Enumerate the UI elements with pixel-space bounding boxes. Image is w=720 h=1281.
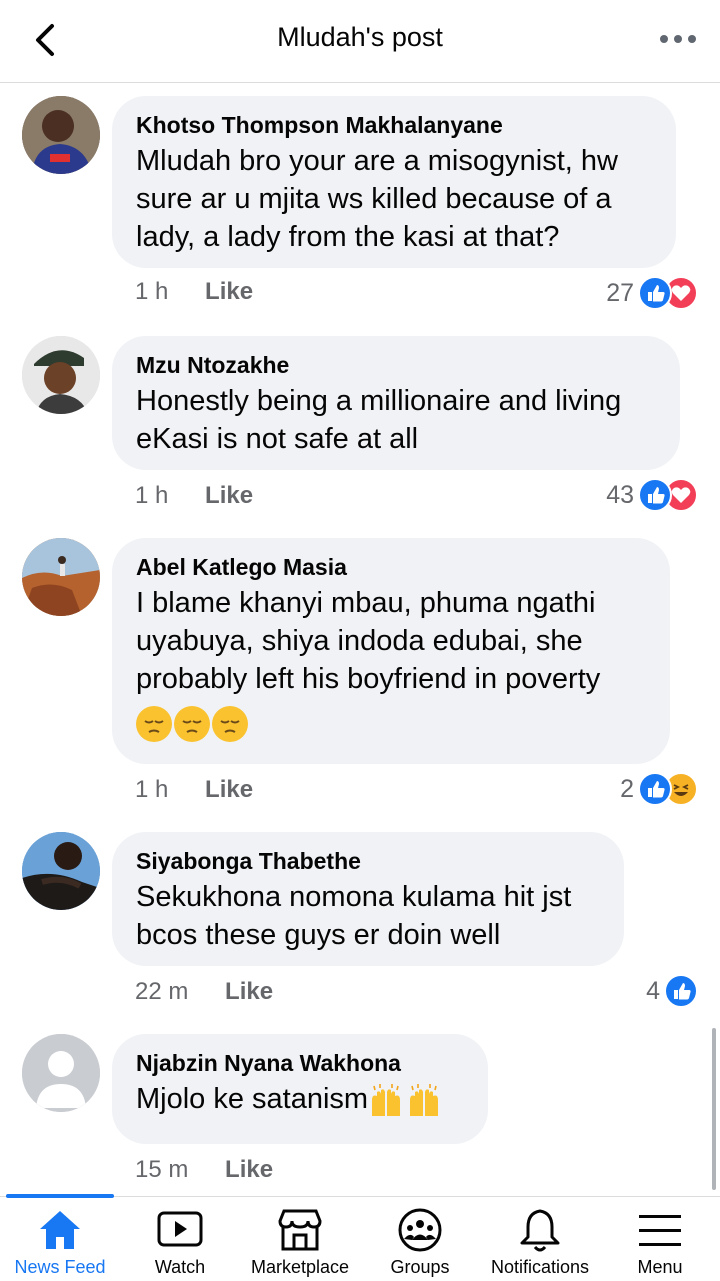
comment-meta: 1 h Like xyxy=(135,482,253,510)
comment-time[interactable]: 1 h xyxy=(135,482,168,510)
tab-label: Menu xyxy=(637,1257,683,1277)
comment-text: I blame khanyi mbau, phuma ngathi uyabuy… xyxy=(136,587,601,695)
tab-label: Marketplace xyxy=(250,1257,350,1277)
more-options-button[interactable] xyxy=(658,26,698,52)
scrollbar[interactable] xyxy=(712,1028,716,1190)
avatar[interactable] xyxy=(22,538,100,616)
comment-meta: 15 m Like xyxy=(135,1156,273,1184)
emoji-row xyxy=(136,706,646,744)
like-button[interactable]: Like xyxy=(205,776,253,804)
groups-icon xyxy=(398,1208,442,1252)
post-header: Mludah's post xyxy=(0,0,720,83)
comment-time[interactable]: 1 h xyxy=(135,776,168,804)
comment-text-content: Mjolo ke satanism xyxy=(136,1083,369,1115)
pensive-face-emoji xyxy=(136,706,172,742)
home-icon xyxy=(40,1211,80,1249)
tab-marketplace[interactable]: Marketplace xyxy=(240,1197,360,1281)
thumbs-up-icon xyxy=(638,276,672,310)
tab-label: News Feed xyxy=(14,1257,106,1277)
video-icon xyxy=(157,1211,203,1247)
pensive-face-emoji xyxy=(174,706,210,742)
like-button[interactable]: Like xyxy=(205,278,253,306)
reaction-summary[interactable]: 2 xyxy=(620,772,698,806)
comment-time[interactable]: 22 m xyxy=(135,978,188,1006)
comment-bubble[interactable]: Mzu Ntozakhe Honestly being a millionair… xyxy=(112,336,680,470)
reaction-summary[interactable]: 43 xyxy=(606,478,698,512)
more-icon xyxy=(660,35,696,43)
thumbs-up-icon xyxy=(638,772,672,806)
tab-groups[interactable]: Groups xyxy=(360,1197,480,1281)
comment-meta: 1 h Like xyxy=(135,278,253,306)
comment-text: Mjolo ke satanism xyxy=(136,1080,464,1118)
comment-text: Mludah bro your are a misogynist, hw sur… xyxy=(136,145,618,253)
comment-bubble[interactable]: Njabzin Nyana Wakhona Mjolo ke satanism xyxy=(112,1034,488,1144)
tab-notifications[interactable]: Notifications xyxy=(480,1197,600,1281)
like-button[interactable]: Like xyxy=(225,978,273,1006)
avatar[interactable] xyxy=(22,832,100,910)
thumbs-up-icon xyxy=(638,478,672,512)
active-tab-indicator xyxy=(6,1194,114,1198)
reaction-summary[interactable]: 27 xyxy=(606,276,698,310)
comment-bubble[interactable]: Khotso Thompson Makhalanyane Mludah bro … xyxy=(112,96,676,268)
comment-author[interactable]: Njabzin Nyana Wakhona xyxy=(136,1048,464,1078)
comment-bubble[interactable]: Siyabonga Thabethe Sekukhona nomona kula… xyxy=(112,832,624,966)
comment-time[interactable]: 1 h xyxy=(135,278,168,306)
reaction-count: 27 xyxy=(606,278,634,307)
page-title: Mludah's post xyxy=(277,22,443,52)
comment-author[interactable]: Abel Katlego Masia xyxy=(136,552,646,582)
tab-menu[interactable]: Menu xyxy=(600,1197,720,1281)
comment-time[interactable]: 15 m xyxy=(135,1156,188,1184)
comment-author[interactable]: Mzu Ntozakhe xyxy=(136,350,656,380)
bottom-tab-bar: News Feed Watch Marketplace Groups Notif… xyxy=(0,1194,720,1281)
person-icon xyxy=(22,1034,100,1112)
thumbs-up-icon xyxy=(664,974,698,1008)
tab-label: Notifications xyxy=(490,1257,590,1277)
raising-hands-emoji xyxy=(406,1082,442,1118)
comment-text: Honestly being a millionaire and living … xyxy=(136,385,622,455)
bell-icon xyxy=(520,1209,560,1252)
like-button[interactable]: Like xyxy=(205,482,253,510)
hamburger-icon xyxy=(639,1215,681,1246)
comment-author[interactable]: Siyabonga Thabethe xyxy=(136,846,600,876)
pensive-face-emoji xyxy=(212,706,248,742)
reaction-count: 4 xyxy=(646,976,660,1005)
avatar[interactable] xyxy=(22,96,100,174)
comment-author[interactable]: Khotso Thompson Makhalanyane xyxy=(136,110,652,140)
comment-bubble[interactable]: Abel Katlego Masia I blame khanyi mbau, … xyxy=(112,538,670,764)
reaction-summary[interactable]: 4 xyxy=(646,974,698,1008)
reaction-count: 43 xyxy=(606,480,634,509)
shop-icon xyxy=(278,1209,322,1251)
avatar-placeholder[interactable] xyxy=(22,1034,100,1112)
tab-watch[interactable]: Watch xyxy=(120,1197,240,1281)
avatar[interactable] xyxy=(22,336,100,414)
reaction-count: 2 xyxy=(620,774,634,803)
tab-label: Groups xyxy=(390,1257,450,1277)
raising-hands-emoji xyxy=(368,1082,404,1118)
tab-label: Watch xyxy=(154,1257,206,1277)
tab-news-feed[interactable]: News Feed xyxy=(0,1194,120,1281)
comment-meta: 1 h Like xyxy=(135,776,253,804)
like-button[interactable]: Like xyxy=(225,1156,273,1184)
comment-text: Sekukhona nomona kulama hit jst bcos the… xyxy=(136,881,572,951)
comment-meta: 22 m Like xyxy=(135,978,273,1006)
